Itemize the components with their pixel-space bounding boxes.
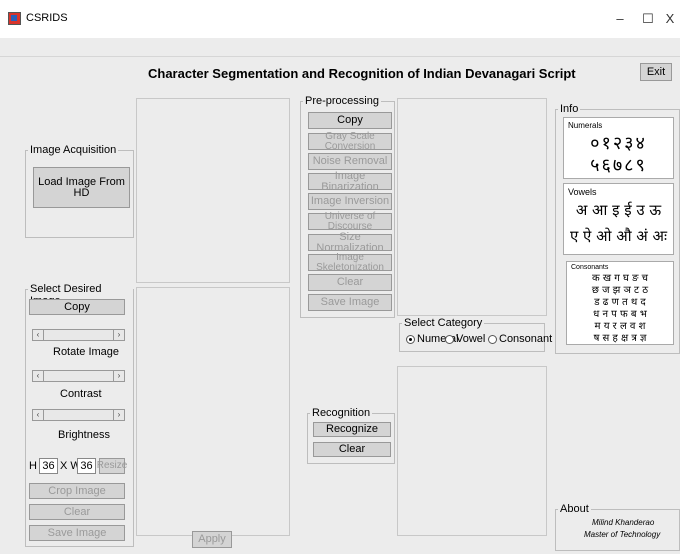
consonants-row-6: ष स ह क्ष त्र ज्ञ (593, 333, 647, 344)
image-acquisition-legend: Image Acquisition (28, 144, 119, 156)
width-input[interactable]: 36 (77, 458, 96, 474)
numerals-title: Numerals (568, 121, 603, 130)
select-save-button[interactable]: Save Image (29, 525, 125, 541)
numerals-chart-image: Numerals ०१२३४ ५६७८९ (563, 117, 674, 179)
numerals-row-1: ०१२३४ (590, 133, 647, 154)
maximize-button[interactable]: ☐ (633, 9, 663, 29)
toolbar-strip (0, 38, 680, 57)
window-title: CSRIDS (26, 12, 68, 24)
noise-removal-button[interactable]: Noise Removal (308, 153, 392, 170)
selected-image-axes (136, 287, 290, 536)
radio-unselected-icon (445, 334, 454, 344)
original-image-axes (136, 98, 290, 283)
pre-save-button[interactable]: Save Image (308, 294, 392, 311)
rotate-label: Rotate Image (53, 346, 120, 358)
resize-button[interactable]: Resize (97, 458, 127, 474)
slider-left-arrow-icon[interactable]: ‹ (33, 371, 44, 381)
inversion-button[interactable]: Image Inversion (308, 193, 392, 210)
pre-copy-button[interactable]: Copy (308, 112, 392, 129)
consonant-radio[interactable]: Consonant (488, 333, 552, 345)
brightness-slider[interactable]: ‹ › (32, 409, 125, 421)
vowels-chart-image: Vowels अ आ इ ई उ ऊ ए ऐ ओ औ अं अः (563, 183, 674, 255)
numerals-row-2: ५६७८९ (590, 155, 647, 176)
slider-right-arrow-icon[interactable]: › (113, 410, 124, 420)
universe-button[interactable]: Universe of Discourse (308, 211, 392, 231)
close-button[interactable]: X (660, 9, 680, 29)
consonants-row-4: ध न प फ ब भ (593, 309, 647, 320)
vowels-row-2: ए ऐ ओ औ अं अः (569, 227, 668, 245)
exit-button[interactable]: Exit (640, 63, 672, 81)
author-degree: Master of Technology (584, 530, 661, 539)
recognize-button[interactable]: Recognize (313, 422, 391, 437)
height-input[interactable]: 36 (39, 458, 58, 474)
recognition-clear-button[interactable]: Clear (313, 442, 391, 457)
about-legend: About (558, 503, 591, 515)
processed-image-axes (397, 98, 547, 316)
pre-clear-button[interactable]: Clear (308, 274, 392, 291)
segmented-image-axes (397, 366, 547, 536)
radio-unselected-icon (488, 334, 497, 344)
brightness-label: Brightness (58, 429, 110, 441)
binarization-button[interactable]: Image Binarization (308, 170, 392, 192)
vowel-radio-label: Vowel (456, 333, 486, 345)
consonants-row-2: छ ज झ ञ ट ठ (591, 285, 649, 296)
minimize-button[interactable]: – (605, 9, 635, 29)
author-name: Milind Khanderao (592, 518, 655, 527)
crop-image-button[interactable]: Crop Image (29, 483, 125, 499)
vowels-row-1: अ आ इ ई उ ऊ (575, 201, 662, 219)
gray-scale-button[interactable]: Gray Scale Conversion (308, 131, 392, 151)
vowel-radio[interactable]: Vowel (445, 333, 485, 345)
load-image-button[interactable]: Load Image From HD (33, 167, 130, 208)
slider-left-arrow-icon[interactable]: ‹ (33, 410, 44, 420)
contrast-label: Contrast (60, 388, 102, 400)
skeletonization-button[interactable]: Image Skeletonization (308, 252, 392, 272)
consonants-row-1: क ख ग घ ङ च (591, 273, 648, 284)
recognition-legend: Recognition (310, 407, 373, 419)
consonants-chart-image: Consonants क ख ग घ ङ च छ ज झ ञ ट ठ ड ढ ण… (566, 261, 674, 345)
vowels-title: Vowels (568, 187, 597, 197)
category-legend: Select Category (402, 317, 485, 329)
select-clear-button[interactable]: Clear (29, 504, 125, 520)
consonants-title: Consonants (571, 264, 609, 271)
title-bar: CSRIDS – ☐ X (0, 0, 680, 38)
slider-right-arrow-icon[interactable]: › (113, 371, 124, 381)
app-window: CSRIDS – ☐ X Character Segmentation and … (0, 0, 680, 554)
consonant-radio-label: Consonant (499, 333, 553, 345)
rotate-slider[interactable]: ‹ › (32, 329, 125, 341)
slider-right-arrow-icon[interactable]: › (113, 330, 124, 340)
radio-selected-icon (406, 334, 415, 344)
size-normalization-button[interactable]: Size Normalization (308, 231, 392, 253)
select-copy-button[interactable]: Copy (29, 299, 125, 315)
slider-left-arrow-icon[interactable]: ‹ (33, 330, 44, 340)
consonants-row-5: म य र ल व श (594, 321, 646, 332)
consonants-row-3: ड ढ ण त थ द (594, 297, 646, 308)
contrast-slider[interactable]: ‹ › (32, 370, 125, 382)
info-legend: Info (558, 103, 581, 115)
page-title: Character Segmentation and Recognition o… (148, 66, 576, 81)
preprocessing-legend: Pre-processing (303, 95, 381, 107)
height-label: H (29, 460, 37, 472)
apply-button[interactable]: Apply (192, 531, 232, 548)
app-icon (8, 12, 21, 25)
